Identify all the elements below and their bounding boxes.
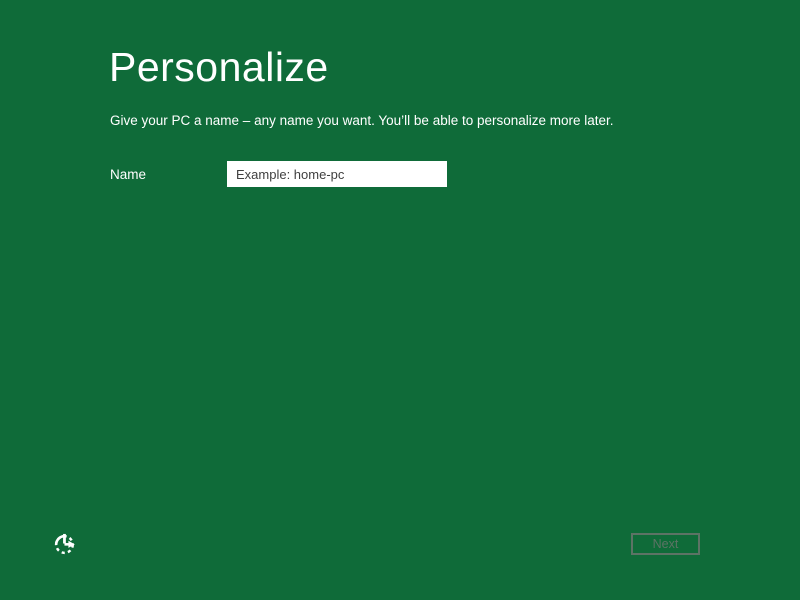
name-label: Name [110, 166, 147, 182]
pc-name-form-row: Name [110, 161, 447, 187]
pc-name-input[interactable] [227, 161, 447, 187]
ease-of-access-clock-icon [52, 530, 79, 560]
ease-of-access-button[interactable] [50, 530, 80, 560]
instruction-text: Give your PC a name – any name you want.… [110, 113, 614, 128]
personalize-setup-screen: Personalize Give your PC a name – any na… [0, 0, 800, 600]
page-title: Personalize [109, 44, 329, 90]
next-button[interactable]: Next [631, 533, 700, 555]
